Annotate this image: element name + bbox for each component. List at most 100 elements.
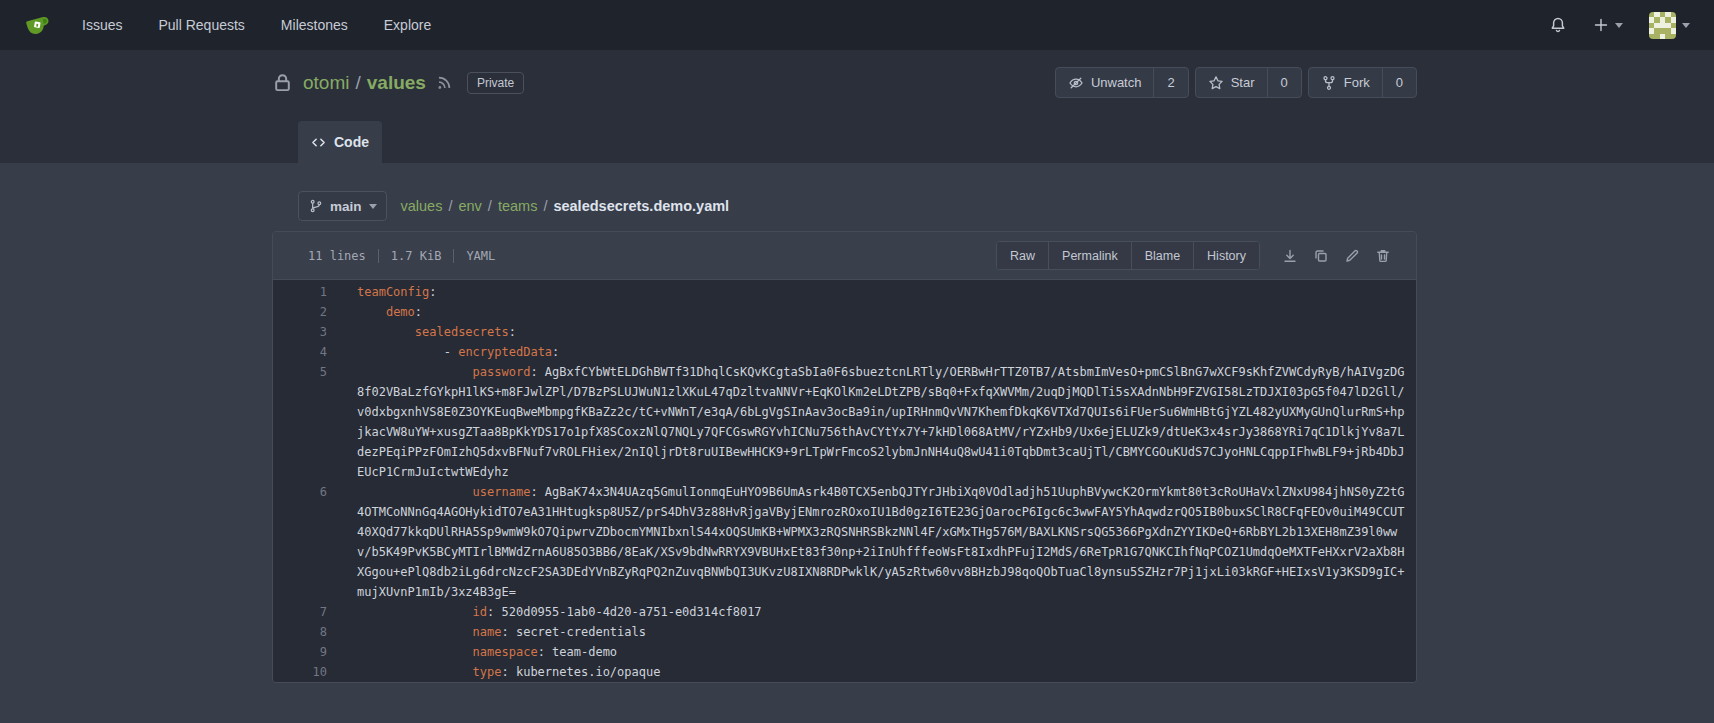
- breadcrumb-separator: /: [543, 198, 547, 214]
- tab-code[interactable]: Code: [298, 121, 382, 163]
- gitea-logo[interactable]: [24, 10, 54, 40]
- breadcrumb-segment-values[interactable]: values: [401, 198, 443, 214]
- notifications-bell-icon[interactable]: [1549, 16, 1567, 34]
- star-button-group: Star0: [1195, 67, 1302, 98]
- yaml-key: id: [473, 605, 487, 619]
- history-button[interactable]: History: [1193, 242, 1259, 269]
- star-count[interactable]: 0: [1267, 68, 1301, 97]
- yaml-key: password: [473, 365, 531, 379]
- line-number[interactable]: 8: [273, 622, 341, 642]
- permalink-button[interactable]: Permalink: [1048, 242, 1131, 269]
- code-line-content: demo:: [341, 302, 1416, 322]
- file-size: 1.7 KiB: [391, 249, 442, 263]
- code-line-content: namespace: team-demo: [341, 642, 1416, 662]
- yaml-key: teamConfig: [357, 285, 429, 299]
- code-line-1: 1teamConfig:: [273, 282, 1416, 302]
- line-number[interactable]: 4: [273, 342, 341, 362]
- repo-owner-link[interactable]: otomi: [303, 72, 349, 93]
- repo-name-link[interactable]: values: [367, 72, 426, 93]
- yaml-key: username: [473, 485, 531, 499]
- lock-icon: [272, 72, 293, 93]
- fork-button[interactable]: Fork: [1309, 68, 1382, 97]
- unwatch-button[interactable]: Unwatch: [1056, 68, 1154, 97]
- blame-button[interactable]: Blame: [1131, 242, 1193, 269]
- tab-code-label: Code: [334, 134, 369, 150]
- line-number[interactable]: 9: [273, 642, 341, 662]
- code-line-6: 6 username: AgBaK74x3N4UAzq5GmulIonmqEuH…: [273, 482, 1416, 602]
- user-menu[interactable]: [1649, 12, 1690, 39]
- visibility-badge: Private: [467, 72, 524, 94]
- delete-trash-icon[interactable]: [1373, 248, 1393, 264]
- chevron-down-icon: [369, 204, 377, 209]
- line-number[interactable]: 6: [273, 482, 341, 602]
- line-number[interactable]: 3: [273, 322, 341, 342]
- branch-selector[interactable]: main: [298, 191, 387, 221]
- star-button[interactable]: Star: [1196, 68, 1267, 97]
- star-icon: [1208, 75, 1224, 91]
- create-new-menu[interactable]: [1593, 17, 1623, 33]
- code-icon: [311, 135, 326, 150]
- nav-item-milestones[interactable]: Milestones: [281, 17, 348, 33]
- yaml-key: sealedsecrets: [415, 325, 509, 339]
- line-number[interactable]: 10: [273, 662, 341, 682]
- breadcrumb: values / env / teams / sealedsecrets.demo.yaml: [401, 198, 730, 214]
- chevron-down-icon: [1615, 23, 1623, 28]
- breadcrumb-segment-teams[interactable]: teams: [498, 198, 538, 214]
- line-number[interactable]: 1: [273, 282, 341, 302]
- code-line-content: name: secret-credentials: [341, 622, 1416, 642]
- yaml-key: demo: [386, 305, 415, 319]
- code-view: 1teamConfig:2 demo:3 sealedsecrets:4 - e…: [273, 280, 1416, 682]
- copy-icon[interactable]: [1311, 248, 1331, 264]
- rss-feed-icon[interactable]: [436, 74, 453, 91]
- main-content: main values / env / teams / sealedsecrets.demo…: [0, 192, 1714, 683]
- raw-button[interactable]: Raw: [997, 242, 1048, 269]
- line-number[interactable]: 7: [273, 602, 341, 622]
- file-meta: 11 lines 1.7 KiB YAML: [308, 249, 495, 263]
- plus-icon: [1593, 17, 1609, 33]
- eye-slash-icon: [1068, 75, 1084, 91]
- code-line-content: username: AgBaK74x3N4UAzq5GmulIonmqEuHYO…: [341, 482, 1416, 602]
- code-line-content: teamConfig:: [341, 282, 1416, 302]
- divider: [453, 249, 454, 263]
- code-line-10: 10 type: kubernetes.io/opaque: [273, 662, 1416, 682]
- repo-header: otomi/values Private Unwatch2Star0Fork0 …: [0, 50, 1714, 163]
- code-line-2: 2 demo:: [273, 302, 1416, 322]
- edit-pencil-icon[interactable]: [1342, 248, 1362, 264]
- breadcrumb-separator: /: [488, 198, 492, 214]
- code-line-7: 7 id: 520d0955-1ab0-4d20-a751-e0d314cf80…: [273, 602, 1416, 622]
- breadcrumb-file-name: sealedsecrets.demo.yaml: [553, 198, 729, 214]
- unwatch-button-group: Unwatch2: [1055, 67, 1189, 98]
- unwatch-count[interactable]: 2: [1153, 68, 1187, 97]
- code-line-5: 5 password: AgBxfCYbWtELDGhBWTf31DhqlCsK…: [273, 362, 1416, 482]
- code-line-9: 9 namespace: team-demo: [273, 642, 1416, 662]
- file-actions: Raw Permalink Blame History: [996, 241, 1260, 270]
- navbar: Issues Pull Requests Milestones Explore: [0, 0, 1714, 50]
- line-number[interactable]: 5: [273, 362, 341, 482]
- line-number[interactable]: 2: [273, 302, 341, 322]
- chevron-down-icon: [1682, 23, 1690, 28]
- fork-count[interactable]: 0: [1382, 68, 1416, 97]
- code-line-content: - encryptedData:: [341, 342, 1416, 362]
- breadcrumb-separator: /: [448, 198, 452, 214]
- code-line-content: password: AgBxfCYbWtELDGhBWTf31DhqlCsKQv…: [341, 362, 1416, 482]
- nav-item-explore[interactable]: Explore: [384, 17, 431, 33]
- file-header: 11 lines 1.7 KiB YAML Raw Permalink Blam…: [273, 232, 1416, 280]
- code-line-8: 8 name: secret-credentials: [273, 622, 1416, 642]
- git-branch-icon: [309, 199, 323, 213]
- download-icon[interactable]: [1280, 248, 1300, 264]
- repo-title-separator: /: [355, 72, 360, 93]
- fork-icon: [1321, 75, 1337, 91]
- fork-button-group: Fork0: [1308, 67, 1417, 98]
- nav-item-pull-requests[interactable]: Pull Requests: [158, 17, 244, 33]
- file-lines-count: 11 lines: [308, 249, 366, 263]
- breadcrumb-segment-env[interactable]: env: [458, 198, 481, 214]
- repo-actions: Unwatch2Star0Fork0: [1055, 67, 1417, 98]
- yaml-key: type: [473, 665, 502, 679]
- nav-item-issues[interactable]: Issues: [82, 17, 122, 33]
- code-line-content: sealedsecrets:: [341, 322, 1416, 342]
- file-language: YAML: [466, 249, 495, 263]
- branch-name: main: [330, 199, 362, 214]
- yaml-key: name: [473, 625, 502, 639]
- code-line-4: 4 - encryptedData:: [273, 342, 1416, 362]
- code-line-3: 3 sealedsecrets:: [273, 322, 1416, 342]
